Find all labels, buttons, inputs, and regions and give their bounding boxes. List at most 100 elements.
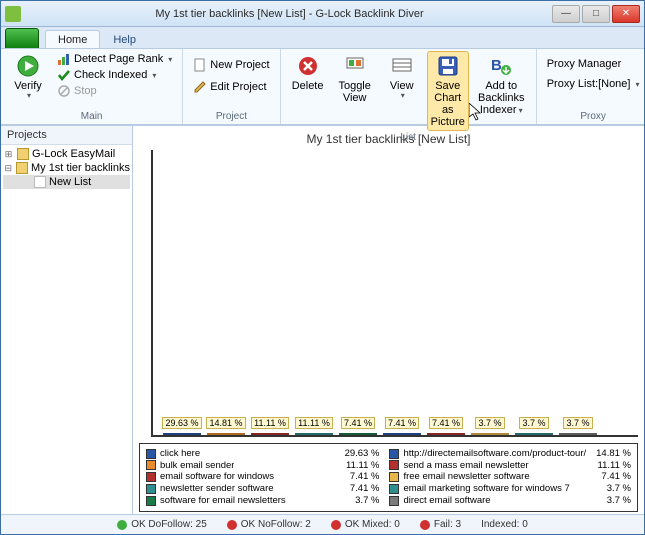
legend-swatch xyxy=(146,472,156,482)
delete-icon xyxy=(296,54,320,78)
chart-area: 29.63 %14.81 %11.11 %11.11 %7.41 %7.41 %… xyxy=(139,150,638,437)
legend-swatch xyxy=(146,484,156,494)
window-controls: — □ ✕ xyxy=(552,5,640,23)
legend-item: click here 29.63 % xyxy=(146,448,379,460)
legend-item: email marketing software for windows 73.… xyxy=(389,483,631,495)
proxy-manager-button[interactable]: Proxy Manager xyxy=(543,57,644,71)
legend-label: click here xyxy=(160,448,200,460)
ribbon-group-proxy: Proxy Manager Proxy List:[None]▾ Proxy xyxy=(537,49,645,124)
legend-swatch xyxy=(146,460,156,470)
status-nofollow: OK NoFollow: 2 xyxy=(227,519,311,530)
app-window: My 1st tier backlinks [New List] - G-Loc… xyxy=(0,0,645,535)
legend-pct: 3.7 % xyxy=(349,495,379,507)
window-title: My 1st tier backlinks [New List] - G-Loc… xyxy=(27,8,552,20)
expand-icon[interactable]: ⊞ xyxy=(3,149,14,160)
legend-label: bulk email sender xyxy=(160,460,234,472)
bar-label: 3.7 % xyxy=(519,417,548,429)
status-dofollow: OK DoFollow: 25 xyxy=(117,519,207,530)
add-backlinks-button[interactable]: B Add to Backlinks Indexer▾ xyxy=(473,51,530,119)
delete-button[interactable]: Delete xyxy=(287,51,329,95)
legend-item: send a mass email newsletter11.11 % xyxy=(389,460,631,472)
bar-label: 7.41 % xyxy=(385,417,419,429)
bar: 3.7 % xyxy=(559,433,597,435)
legend-pct: 7.41 % xyxy=(595,471,631,483)
app-menu-orb[interactable] xyxy=(5,28,39,48)
ribbon-tabs: Home Help xyxy=(1,27,644,49)
list-icon xyxy=(34,176,46,188)
legend-item: bulk email sender 11.11 % xyxy=(146,460,379,472)
legend-pct: 7.41 % xyxy=(344,471,380,483)
legend-item: software for email newsletters3.7 % xyxy=(146,495,379,507)
bar-label: 3.7 % xyxy=(475,417,504,429)
bar-label: 3.7 % xyxy=(563,417,592,429)
app-icon xyxy=(5,6,21,22)
legend-label: email software for windows xyxy=(160,471,274,483)
bar-label: 7.41 % xyxy=(429,417,463,429)
bar: 3.7 % xyxy=(471,433,509,435)
tab-home[interactable]: Home xyxy=(45,30,100,48)
save-icon xyxy=(436,54,460,78)
legend-swatch xyxy=(389,460,399,470)
svg-text:B: B xyxy=(491,57,502,74)
new-document-icon xyxy=(193,58,207,72)
projects-tree[interactable]: ⊞ G-Lock EasyMail ⊟ My 1st tier backlink… xyxy=(1,145,132,191)
folder-icon xyxy=(17,148,29,160)
toggle-view-button[interactable]: Toggle View xyxy=(333,51,377,107)
legend-pct: 3.7 % xyxy=(601,495,631,507)
group-label-list: List xyxy=(287,131,530,145)
chart-bars: 29.63 %14.81 %11.11 %11.11 %7.41 %7.41 %… xyxy=(153,150,638,437)
detect-page-rank-button[interactable]: Detect Page Rank▾ xyxy=(53,51,176,67)
tree-item[interactable]: New List xyxy=(3,175,130,189)
bar: 3.7 % xyxy=(515,433,553,435)
bar-label: 14.81 % xyxy=(206,417,245,429)
proxy-list-dropdown[interactable]: Proxy List:[None]▾ xyxy=(543,77,644,91)
minimize-button[interactable]: — xyxy=(552,5,580,23)
view-icon xyxy=(390,54,414,78)
tree-item[interactable]: ⊟ My 1st tier backlinks xyxy=(3,161,130,175)
status-fail: Fail: 3 xyxy=(420,519,461,530)
legend-label: free email newsletter software xyxy=(403,471,529,483)
check-indexed-button[interactable]: Check Indexed▾ xyxy=(53,67,176,83)
legend-pct: 29.63 % xyxy=(339,448,380,460)
legend-item: http://directemailsoftware.com/product-t… xyxy=(389,448,631,460)
titlebar: My 1st tier backlinks [New List] - G-Loc… xyxy=(1,1,644,27)
stop-button[interactable]: Stop xyxy=(53,83,176,99)
legend-swatch xyxy=(146,496,156,506)
legend-label: http://directemailsoftware.com/product-t… xyxy=(403,448,586,460)
legend-swatch xyxy=(389,496,399,506)
tree-item[interactable]: ⊞ G-Lock EasyMail xyxy=(3,147,130,161)
legend-item: newsletter sender software 7.41 % xyxy=(146,483,379,495)
play-icon xyxy=(16,54,40,78)
legend-pct: 14.81 % xyxy=(590,448,631,460)
ribbon-group-main: Verify▾ Detect Page Rank▾ Check Indexed▾ xyxy=(1,49,183,124)
verify-button[interactable]: Verify▾ xyxy=(7,51,49,104)
legend-pct: 11.11 % xyxy=(340,460,379,472)
save-chart-button[interactable]: Save Chart as Picture xyxy=(427,51,469,131)
backlinks-indexer-icon: B xyxy=(489,54,513,78)
legend-swatch xyxy=(389,472,399,482)
legend-label: send a mass email newsletter xyxy=(403,460,528,472)
new-project-button[interactable]: New Project xyxy=(189,57,273,73)
legend-pct: 7.41 % xyxy=(344,483,380,495)
check-icon xyxy=(57,68,71,82)
statusbar: OK DoFollow: 25 OK NoFollow: 2 OK Mixed:… xyxy=(1,514,644,534)
maximize-button[interactable]: □ xyxy=(582,5,610,23)
bar: 7.41 % xyxy=(339,433,377,435)
ok-icon xyxy=(227,520,237,530)
stop-icon xyxy=(57,84,71,98)
legend-swatch xyxy=(389,449,399,459)
edit-project-button[interactable]: Edit Project xyxy=(189,79,273,95)
view-button[interactable]: View▾ xyxy=(381,51,423,104)
ribbon: Verify▾ Detect Page Rank▾ Check Indexed▾ xyxy=(1,49,644,125)
bar: 7.41 % xyxy=(427,433,465,435)
bar-label: 7.41 % xyxy=(341,417,375,429)
pencil-icon xyxy=(193,80,207,94)
y-axis xyxy=(139,150,153,437)
legend-label: email marketing software for windows 7 xyxy=(403,483,569,495)
legend-swatch xyxy=(146,449,156,459)
legend-item: free email newsletter software 7.41 % xyxy=(389,471,631,483)
tab-help[interactable]: Help xyxy=(100,30,149,48)
legend-label: newsletter sender software xyxy=(160,483,274,495)
close-button[interactable]: ✕ xyxy=(612,5,640,23)
collapse-icon[interactable]: ⊟ xyxy=(3,163,13,174)
